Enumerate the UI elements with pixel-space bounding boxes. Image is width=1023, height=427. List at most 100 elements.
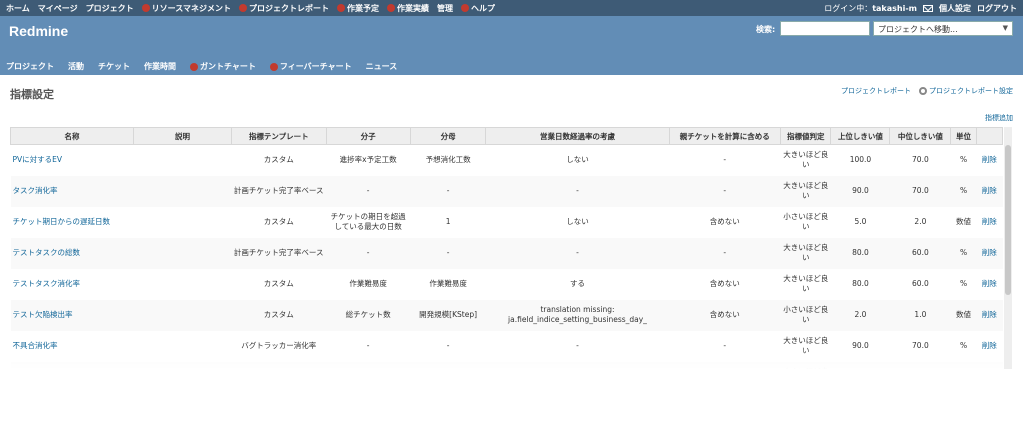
plugin-icon <box>460 4 469 12</box>
column-header[interactable]: 指標値判定 <box>779 127 832 145</box>
table-row: チケット期日からの遅延日数 カスタム チケットの期日を超過している最大の日数 1 しない… <box>10 206 1003 238</box>
scrollbar-thumb[interactable] <box>1005 145 1011 295</box>
table-row: テストタスクの総数 計画チケット完了率ベース - - - - 大きいほど良い 80.0 60.0… <box>10 237 1003 269</box>
cell-middle: 70.0 <box>889 175 951 207</box>
project-jump-select[interactable]: プロジェクトへ移動... ▼ <box>873 21 1013 36</box>
indicator-name-link[interactable]: テストタスクの総数 <box>13 248 81 257</box>
indicator-name-cell: チケット期日からの遅延日数 <box>10 206 134 238</box>
delete-cell: 削除 <box>976 144 1003 176</box>
mail-icon[interactable] <box>923 4 933 12</box>
add-indicator-link[interactable]: 指標追加 <box>985 113 1013 123</box>
chevron-down-icon: ▼ <box>1002 24 1008 32</box>
cell-judge: 小さいほど良い <box>780 299 831 331</box>
cell-denominator: - <box>410 175 486 207</box>
indicator-name-link[interactable]: テストタスク消化率 <box>13 279 81 288</box>
cell-middle: 1.0 <box>889 299 951 331</box>
cell-unit: 数値 <box>950 299 977 331</box>
column-header[interactable]: 指標テンプレート <box>230 127 327 145</box>
personal-settings-link[interactable]: 個人設定 <box>939 3 971 14</box>
top-menu-left: ホーム マイページ プロジェクト リソースマネジメント プロジェクトレポート 作業予定 作業… <box>6 3 495 14</box>
column-header[interactable]: 名称 <box>10 127 135 145</box>
cell-unit: 数値 <box>950 206 977 238</box>
main-menu-tab[interactable]: チケット <box>98 61 130 72</box>
main-menu-tab[interactable]: ガントチャート <box>190 61 256 72</box>
delete-cell: 削除 <box>976 206 1003 238</box>
delete-link[interactable]: 削除 <box>982 155 997 164</box>
main-menu-tab[interactable]: 活動 <box>68 61 84 72</box>
contextual-links: プロジェクトレポート プロジェクトレポート設定 <box>841 86 1013 96</box>
indicator-name-link[interactable]: タスク消化率 <box>13 186 58 195</box>
delete-link[interactable]: 削除 <box>982 248 997 257</box>
indicator-name-cell: テストタスク消化率 <box>10 268 134 300</box>
cell-denominator: 作業難易度 <box>410 268 486 300</box>
column-header[interactable]: 単位 <box>950 127 977 145</box>
delete-cell: 削除 <box>976 175 1003 207</box>
cell-business-days: する <box>485 268 669 300</box>
cell-middle: 2.0 <box>889 206 951 238</box>
delete-link[interactable]: 削除 <box>982 310 997 319</box>
delete-link[interactable]: 削除 <box>982 279 997 288</box>
indicator-name-link[interactable]: チケット期日からの遅延日数 <box>13 217 111 226</box>
column-header[interactable]: 説明 <box>133 127 232 145</box>
plugin-icon <box>269 62 278 71</box>
cell-upper: 90.0 <box>830 175 890 207</box>
cell-middle: 70.0 <box>889 144 951 176</box>
delete-link[interactable]: 削除 <box>982 186 997 195</box>
top-menu-item[interactable]: 作業予定 <box>336 3 379 14</box>
cell-unit: % <box>950 237 977 269</box>
cell-business-days: - <box>485 237 669 269</box>
cell-denominator: 予想消化工数 <box>410 144 486 176</box>
top-menu-right: ログイン中：takashi-m 個人設定 ログアウト <box>824 3 1017 14</box>
top-menu-item[interactable]: 作業実績 <box>386 3 429 14</box>
search-input[interactable] <box>780 21 870 36</box>
table-row: テストタスク消化率 カスタム 作業難易度 作業難易度 する 含めない 大きいほど良い 80.0… <box>10 268 1003 300</box>
delete-link[interactable]: 削除 <box>982 217 997 226</box>
cell-judge: 大きいほど良い <box>780 268 831 300</box>
top-menu-item[interactable]: プロジェクトレポート <box>238 3 329 14</box>
top-menu-item[interactable]: プロジェクト <box>86 3 134 14</box>
top-menu: ホーム マイページ プロジェクト リソースマネジメント プロジェクトレポート 作業予定 作業… <box>0 0 1023 16</box>
table-header-row: 名称 説明 指標テンプレート 分子 分母 営業日数経過率の考慮 親チケットを計算に含める 指標… <box>10 127 1004 145</box>
column-header[interactable]: 営業日数経過率の考慮 <box>485 127 670 145</box>
cell-numerator: - <box>326 175 411 207</box>
top-menu-item[interactable]: マイページ <box>38 3 78 14</box>
cell-template: カスタム <box>231 206 327 238</box>
cell-upper: 80.0 <box>830 237 890 269</box>
table-body: PVに対するEV カスタム 進捗率x予定工数 予想消化工数 しない - 大きいほど良い 100… <box>10 144 1003 369</box>
table-row: テスト欠陥検出率 カスタム 総チケット数 開発規模[KStep] translation… <box>10 299 1003 331</box>
project-report-settings-link[interactable]: プロジェクトレポート設定 <box>919 86 1013 96</box>
top-menu-item[interactable]: ホーム <box>6 3 30 14</box>
cell-parent: 含めない <box>669 268 781 300</box>
header: Redmine 検索: プロジェクトへ移動... ▼ プロジェクト 活動 チケット 作… <box>0 16 1023 75</box>
plugin-icon <box>238 4 247 12</box>
logout-link[interactable]: ログアウト <box>977 3 1017 14</box>
main-menu-tab[interactable]: フィーバーチャート <box>269 61 352 72</box>
cell-parent: - <box>669 237 781 269</box>
column-header[interactable]: 分子 <box>325 127 411 145</box>
top-menu-item[interactable]: ヘルプ <box>460 3 495 14</box>
user-name[interactable]: takashi-m <box>872 4 917 13</box>
column-header[interactable]: 中位しきい値 <box>889 127 952 145</box>
column-header[interactable]: 上位しきい値 <box>830 127 891 145</box>
cell-unit: % <box>950 268 977 300</box>
main-menu-tab[interactable]: プロジェクト <box>6 61 54 72</box>
column-header[interactable]: 分母 <box>409 127 487 145</box>
main-menu-tab[interactable]: ニュース <box>366 61 398 72</box>
column-header[interactable]: 親チケットを計算に含める <box>668 127 781 145</box>
cell-middle: 60.0 <box>889 268 951 300</box>
indicator-name-cell: タスク消化率 <box>10 175 134 207</box>
gear-icon <box>919 87 927 95</box>
cell-unit: % <box>950 144 977 176</box>
vertical-scrollbar[interactable] <box>1004 127 1012 369</box>
main-menu-tab[interactable]: 作業時間 <box>144 61 176 72</box>
cell-desc <box>133 175 232 207</box>
top-menu-item[interactable]: 管理 <box>437 3 453 14</box>
cell-middle: 60.0 <box>889 237 951 269</box>
column-header[interactable] <box>975 127 1004 145</box>
indicator-name-link[interactable]: PVに対するEV <box>13 155 63 164</box>
indicator-name-link[interactable]: テスト欠陥検出率 <box>13 310 73 319</box>
project-report-link[interactable]: プロジェクトレポート <box>841 86 911 96</box>
cell-upper: 80.0 <box>830 268 890 300</box>
top-menu-item[interactable]: リソースマネジメント <box>141 3 231 14</box>
site-title[interactable]: Redmine <box>9 23 68 39</box>
